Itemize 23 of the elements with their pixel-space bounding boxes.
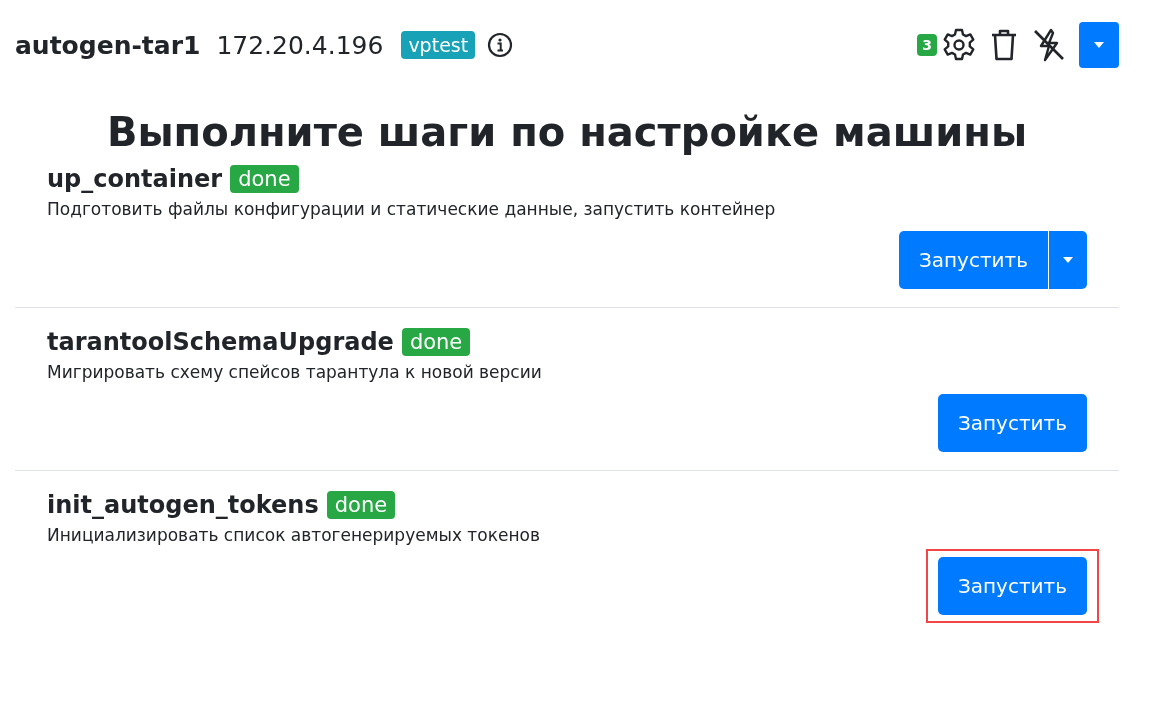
step-description: Инициализировать список автогенерируемых токенов: [47, 525, 541, 545]
info-icon[interactable]: [487, 32, 514, 58]
step-name: tarantoolSchemaUpgrade: [47, 328, 394, 356]
run-button[interactable]: Запустить: [937, 557, 1087, 615]
ip-address: 172.20.4.196: [216, 30, 384, 60]
status-badge: done: [401, 328, 471, 356]
settings-icon[interactable]: [941, 27, 977, 63]
hostname: autogen-tar1: [15, 30, 201, 60]
dropdown-button[interactable]: [1079, 22, 1119, 68]
status-badge: done: [230, 165, 299, 193]
step-description: Подготовить файлы конфигурации и статические данные, запустить контейнер: [47, 199, 777, 219]
delete-icon[interactable]: [989, 27, 1019, 63]
step-name: up_container: [47, 165, 223, 193]
step-name: init_autogen_tokens: [47, 491, 319, 519]
step-description: Мигрировать схему спейсов тарантула к новой версии: [47, 362, 543, 382]
status-badge: done: [326, 491, 396, 519]
caret-icon: [1094, 42, 1104, 48]
count-badge: 3: [917, 34, 937, 56]
tag-badge: vptest: [401, 31, 476, 59]
page-title: Выполните шаги по настройке машины: [105, 109, 1029, 155]
run-button[interactable]: Запустить: [937, 394, 1087, 452]
run-button[interactable]: Запустить: [898, 231, 1049, 289]
caret-icon: [1063, 257, 1073, 263]
